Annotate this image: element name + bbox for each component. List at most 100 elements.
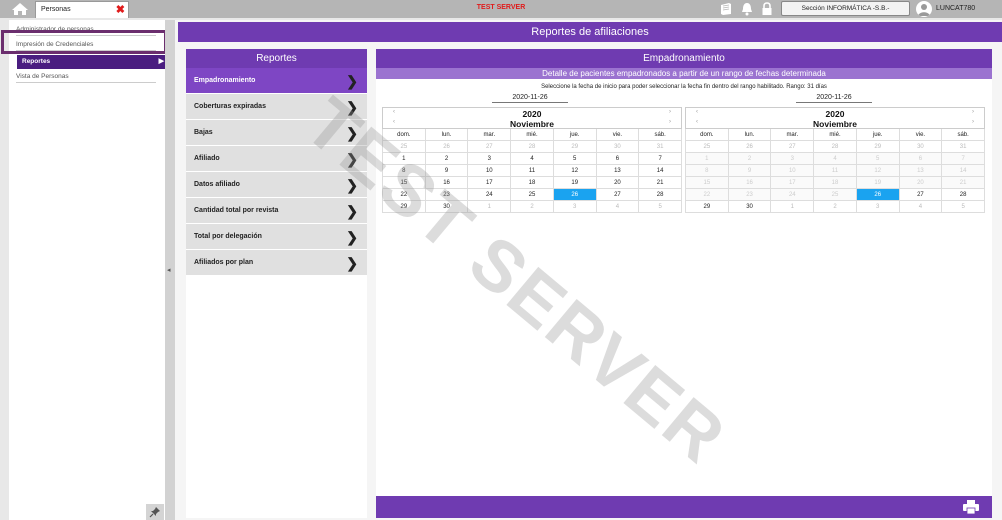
calendar-day[interactable]: 6 (596, 153, 640, 165)
calendar-day[interactable]: 17 (468, 177, 512, 189)
report-item-datos-afiliado[interactable]: Datos afiliado ❯ (186, 172, 367, 198)
calendar-day[interactable]: 13 (596, 165, 640, 177)
calendar-day[interactable]: 3 (856, 201, 900, 213)
calendar-day[interactable]: 27 (899, 189, 943, 201)
calendar-day[interactable]: 27 (468, 141, 512, 153)
calendar-day[interactable]: 19 (856, 177, 900, 189)
calendar-day[interactable]: 17 (771, 177, 815, 189)
calendar-day[interactable]: 3 (771, 153, 815, 165)
calendar-day[interactable]: 1 (383, 153, 426, 165)
calendar-day[interactable]: 10 (468, 165, 512, 177)
report-item-cantidad-total-revista[interactable]: Cantidad total por revista ❯ (186, 198, 367, 224)
calendar-day[interactable]: 14 (942, 165, 985, 177)
calendar-day[interactable]: 25 (511, 189, 554, 201)
calendar-day[interactable]: 24 (771, 189, 815, 201)
calendar-day[interactable]: 20 (899, 177, 943, 189)
tab-close-icon[interactable]: ✖ (116, 3, 125, 17)
sidebar-collapse-bar[interactable]: ◂ (165, 20, 175, 520)
bell-icon[interactable] (740, 2, 754, 16)
next-year-icon[interactable]: › (972, 109, 974, 115)
book-icon[interactable] (719, 2, 733, 16)
calendar-day[interactable]: 1 (686, 153, 729, 165)
calendar-day[interactable]: 11 (511, 165, 554, 177)
calendar-day[interactable]: 28 (942, 189, 985, 201)
user-avatar[interactable] (916, 1, 932, 17)
calendar-day[interactable]: 23 (728, 189, 772, 201)
section-select[interactable]: Sección INFORMÁTICA -S.B.- (781, 1, 910, 16)
calendar-day[interactable]: 14 (639, 165, 682, 177)
calendar-day[interactable]: 2 (728, 153, 772, 165)
report-item-bajas[interactable]: Bajas ❯ (186, 120, 367, 146)
next-year-icon[interactable]: › (669, 109, 671, 115)
calendar-day[interactable]: 12 (553, 165, 597, 177)
report-item-empadronamiento[interactable]: Empadronamiento ❯ (186, 68, 367, 94)
report-item-afiliado[interactable]: Afiliado ❯ (186, 146, 367, 172)
calendar-day[interactable]: 4 (814, 153, 857, 165)
calendar-day[interactable]: 4 (511, 153, 554, 165)
calendar-day[interactable]: 2 (425, 153, 469, 165)
calendar-day[interactable]: 7 (942, 153, 985, 165)
calendar-day[interactable]: 18 (814, 177, 857, 189)
calendar-day[interactable]: 26 (728, 141, 772, 153)
calendar-month[interactable]: Noviembre (686, 119, 984, 129)
calendar-day[interactable]: 31 (942, 141, 985, 153)
calendar-day[interactable]: 30 (596, 141, 640, 153)
calendar-day[interactable]: 8 (383, 165, 426, 177)
calendar-day[interactable]: 4 (899, 201, 943, 213)
calendar-day[interactable]: 16 (728, 177, 772, 189)
end-date-input[interactable]: 2020-11-26 (796, 94, 872, 103)
calendar-day[interactable]: 25 (686, 141, 729, 153)
lock-icon[interactable] (760, 2, 774, 16)
sidebar-item-vista-personas[interactable]: Vista de Personas (16, 73, 156, 83)
calendar-day[interactable]: 15 (686, 177, 729, 189)
calendar-day[interactable]: 28 (639, 189, 682, 201)
calendar-month[interactable]: Noviembre (383, 119, 681, 129)
calendar-day[interactable]: 28 (511, 141, 554, 153)
calendar-day[interactable]: 15 (383, 177, 426, 189)
calendar-day[interactable]: 26 (425, 141, 469, 153)
calendar-day[interactable]: 11 (814, 165, 857, 177)
calendar-day[interactable]: 12 (856, 165, 900, 177)
calendar-day[interactable]: 22 (383, 189, 426, 201)
printer-icon[interactable] (962, 500, 980, 514)
calendar-day[interactable]: 3 (468, 153, 512, 165)
calendar-day[interactable]: 1 (468, 201, 512, 213)
calendar-day[interactable]: 18 (511, 177, 554, 189)
calendar-day[interactable]: 30 (425, 201, 469, 213)
calendar-day[interactable]: 29 (553, 141, 597, 153)
calendar-day[interactable]: 9 (728, 165, 772, 177)
calendar-day[interactable]: 28 (814, 141, 857, 153)
calendar-day[interactable]: 5 (639, 201, 682, 213)
calendar-day[interactable]: 31 (639, 141, 682, 153)
calendar-day[interactable]: 24 (468, 189, 512, 201)
calendar-day[interactable]: 2 (511, 201, 554, 213)
calendar-day[interactable]: 29 (686, 201, 729, 213)
calendar-day[interactable]: 3 (553, 201, 597, 213)
calendar-day[interactable]: 23 (425, 189, 469, 201)
calendar-day[interactable]: 25 (814, 189, 857, 201)
tab-personas[interactable]: Personas ✖ (35, 1, 129, 18)
calendar-day[interactable]: 30 (899, 141, 943, 153)
calendar-day[interactable]: 2 (814, 201, 857, 213)
calendar-day[interactable]: 4 (596, 201, 640, 213)
calendar-day[interactable]: 5 (856, 153, 900, 165)
next-month-icon[interactable]: › (972, 119, 974, 125)
sidebar-item-reportes[interactable]: Reportes ▶ (17, 55, 169, 69)
pin-button[interactable] (146, 504, 164, 520)
report-item-coberturas-expiradas[interactable]: Coberturas expiradas ❯ (186, 94, 367, 120)
calendar-day[interactable]: 27 (596, 189, 640, 201)
calendar-day[interactable]: 21 (639, 177, 682, 189)
calendar-day[interactable]: 29 (383, 201, 426, 213)
start-date-input[interactable]: 2020-11-26 (492, 94, 568, 103)
calendar-day[interactable]: 30 (728, 201, 772, 213)
calendar-day[interactable]: 1 (771, 201, 815, 213)
calendar-year[interactable]: 2020 (686, 109, 984, 119)
calendar-day[interactable]: 19 (553, 177, 597, 189)
calendar-day[interactable]: 6 (899, 153, 943, 165)
report-item-total-delegacion[interactable]: Total por delegación ❯ (186, 224, 367, 250)
calendar-day[interactable]: 5 (942, 201, 985, 213)
calendar-day[interactable]: 9 (425, 165, 469, 177)
calendar-year[interactable]: 2020 (383, 109, 681, 119)
calendar-day[interactable]: 7 (639, 153, 682, 165)
calendar-day[interactable]: 8 (686, 165, 729, 177)
